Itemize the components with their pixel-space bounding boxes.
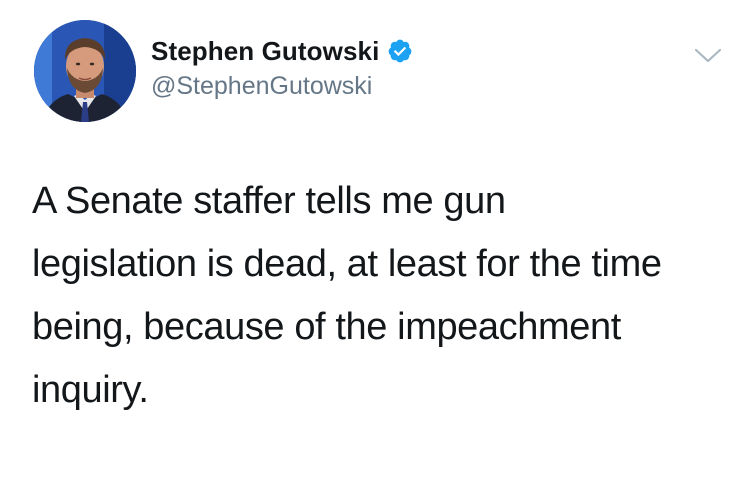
avatar[interactable]	[34, 20, 136, 122]
verified-badge-icon	[387, 38, 413, 64]
tweet-text: A Senate staffer tells me gun legislatio…	[32, 180, 662, 411]
user-handle[interactable]: @StephenGutowski	[151, 72, 690, 101]
display-name[interactable]: Stephen Gutowski	[151, 36, 379, 67]
profile-photo-icon	[34, 20, 136, 122]
tweet-header: Stephen Gutowski @StephenGutowski	[151, 34, 690, 101]
tweet-card: Stephen Gutowski @StephenGutowski A Sena…	[0, 0, 750, 483]
chevron-down-icon[interactable]	[694, 46, 722, 66]
name-row: Stephen Gutowski	[151, 34, 690, 68]
